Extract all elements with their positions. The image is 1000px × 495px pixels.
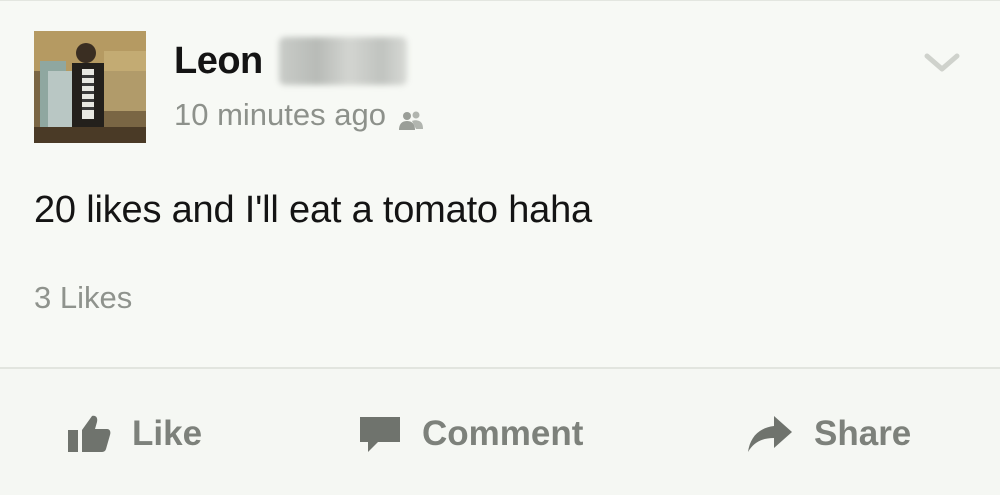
speech-bubble-icon (360, 416, 400, 452)
post-timestamp[interactable]: 10 minutes ago (174, 97, 386, 133)
comment-label: Comment (422, 413, 584, 453)
avatar[interactable] (34, 31, 146, 143)
post-header: Leon 10 minutes ago (34, 31, 974, 147)
author: Leon (174, 37, 407, 85)
action-bar: Like Comment Share (0, 367, 1000, 495)
like-label: Like (132, 413, 203, 453)
thumbs-up-icon (68, 415, 111, 452)
author-name[interactable]: Leon (174, 40, 263, 83)
comment-button[interactable]: Comment (358, 369, 583, 495)
chevron-down-icon[interactable] (924, 51, 960, 75)
share-button[interactable]: Share (746, 369, 911, 495)
share-arrow-icon (748, 415, 792, 452)
share-label: Share (814, 413, 912, 453)
likes-count[interactable]: 3 Likes (34, 280, 132, 316)
friends-icon[interactable] (398, 104, 424, 130)
post-card: Leon 10 minutes ago 20 likes and I'll ea… (0, 0, 1000, 495)
blurred-surname (278, 37, 407, 85)
post-meta: 10 minutes ago (174, 97, 424, 133)
like-button[interactable]: Like (66, 369, 202, 495)
post-text: 20 likes and I'll eat a tomato haha (34, 189, 592, 231)
